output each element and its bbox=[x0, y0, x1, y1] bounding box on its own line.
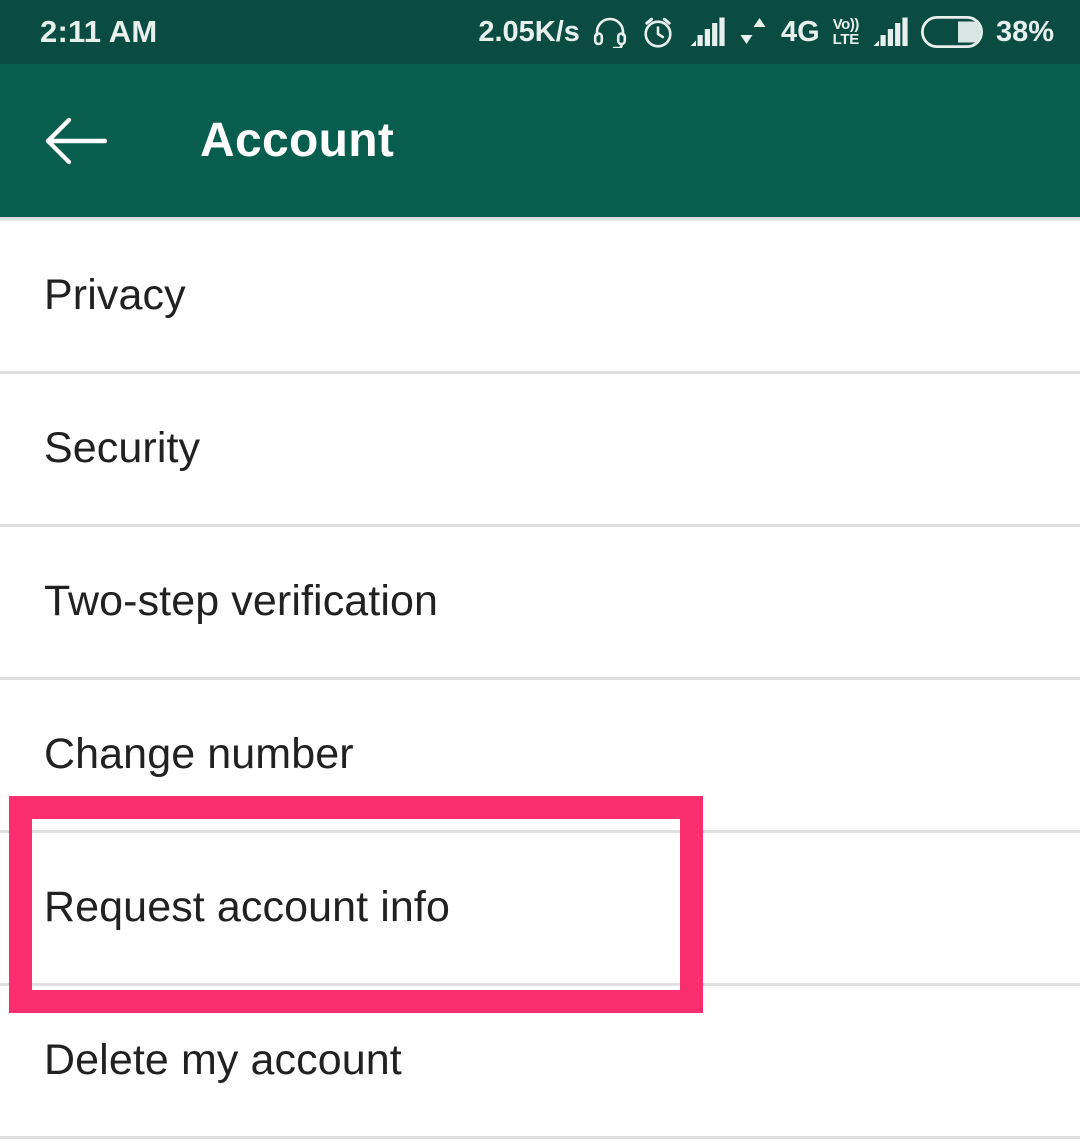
network-speed-label: 2.05K/s bbox=[478, 15, 580, 48]
alarm-clock-icon bbox=[640, 14, 676, 50]
toolbar: Account bbox=[0, 64, 1080, 217]
list-item-label: Delete my account bbox=[44, 1036, 402, 1085]
signal-bars-icon bbox=[872, 17, 908, 47]
battery-percent-label: 38% bbox=[995, 15, 1054, 48]
status-bar: 2:11 AM 2.05K/s 4G Vo)) LTE 38% bbox=[0, 0, 1080, 64]
list-item-label: Security bbox=[44, 424, 201, 473]
battery-icon bbox=[920, 16, 983, 48]
back-button[interactable] bbox=[44, 106, 114, 176]
page-title: Account bbox=[200, 114, 395, 167]
list-item-two-step-verification[interactable]: Two-step verification bbox=[0, 527, 1080, 677]
list-item-change-number[interactable]: Change number bbox=[0, 680, 1080, 830]
list-item-security[interactable]: Security bbox=[0, 374, 1080, 524]
list-item-privacy[interactable]: Privacy bbox=[0, 221, 1080, 371]
list-item-delete-my-account[interactable]: Delete my account bbox=[0, 986, 1080, 1136]
list-item-request-account-info[interactable]: Request account info bbox=[0, 833, 1080, 983]
headset-icon bbox=[593, 16, 627, 48]
status-bar-indicators: 2.05K/s 4G Vo)) LTE 38% bbox=[478, 14, 1054, 50]
status-bar-clock: 2:11 AM bbox=[40, 14, 158, 49]
signal-bars-icon bbox=[689, 17, 725, 47]
volte-bottom-label: LTE bbox=[832, 31, 860, 48]
list-item-label: Request account info bbox=[44, 883, 450, 932]
network-type-label: 4G bbox=[780, 15, 820, 48]
volte-top-label: Vo)) bbox=[832, 16, 860, 33]
list-item-label: Change number bbox=[44, 730, 354, 779]
volte-icon: Vo)) LTE bbox=[832, 16, 860, 48]
arrow-left-icon bbox=[44, 115, 108, 167]
list-divider bbox=[0, 1136, 1080, 1139]
list-item-label: Privacy bbox=[44, 271, 186, 320]
list-item-label: Two-step verification bbox=[44, 577, 439, 626]
data-transfer-icon bbox=[738, 16, 768, 48]
settings-list: Privacy Security Two-step verification C… bbox=[0, 221, 1080, 1139]
